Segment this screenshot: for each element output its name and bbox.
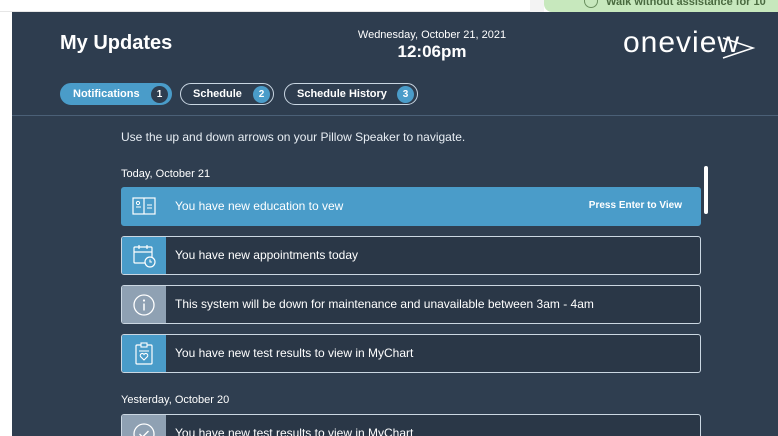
scrollbar-thumb[interactable] (704, 166, 708, 214)
check-circle-icon (584, 0, 598, 8)
logo-chevron-icon (722, 37, 756, 59)
clipboard-heart-icon (122, 335, 166, 372)
section-heading-yesterday: Yesterday, October 20 (121, 394, 230, 406)
tab-label: Notifications (73, 88, 140, 100)
tab-count-badge: 3 (397, 86, 414, 103)
tab-notifications[interactable]: Notifications 1 (60, 83, 172, 105)
notification-text: You have new test results to view in MyC… (175, 426, 414, 436)
background-task-text: Walk without assistance for 10 (606, 0, 766, 8)
info-icon (122, 286, 166, 323)
header: My Updates Wednesday, October 21, 2021 1… (12, 12, 778, 116)
notification-text: You have new education to vew (175, 199, 344, 213)
notification-test-results[interactable]: You have new test results to view in MyC… (121, 334, 701, 373)
tab-schedule[interactable]: Schedule 2 (180, 83, 274, 105)
my-updates-window: My Updates Wednesday, October 21, 2021 1… (12, 12, 778, 436)
tab-label: Schedule (193, 88, 242, 100)
tab-count-badge: 2 (253, 86, 270, 103)
background-task-card: Walk without assistance for 10 (544, 0, 778, 12)
background-window-edge (0, 0, 530, 12)
check-circle-icon (122, 415, 166, 436)
notification-text: You have new test results to view in MyC… (175, 346, 414, 360)
current-date: Wednesday, October 21, 2021 (357, 29, 507, 41)
tab-label: Schedule History (297, 88, 387, 100)
background-gap (530, 0, 544, 12)
notification-maintenance[interactable]: This system will be down for maintenance… (121, 285, 701, 324)
calendar-clock-icon (122, 237, 166, 274)
tab-schedule-history[interactable]: Schedule History 3 (284, 83, 418, 105)
notification-appointments[interactable]: You have new appointments today (121, 236, 701, 275)
notification-test-results-yesterday[interactable]: You have new test results to view in MyC… (121, 414, 701, 436)
notification-text: This system will be down for maintenance… (175, 297, 594, 311)
page-title: My Updates (60, 32, 173, 54)
navigation-hint: Use the up and down arrows on your Pillo… (121, 130, 466, 144)
current-time: 12:06pm (397, 42, 467, 61)
oneview-logo: oneview (623, 26, 763, 66)
section-heading-today: Today, October 21 (121, 168, 211, 180)
book-icon (122, 188, 166, 225)
notification-text: You have new appointments today (175, 248, 359, 262)
press-enter-hint: Press Enter to View (588, 200, 682, 211)
notification-education[interactable]: You have new education to vew Press Ente… (121, 187, 701, 226)
tab-count-badge: 1 (151, 86, 168, 103)
